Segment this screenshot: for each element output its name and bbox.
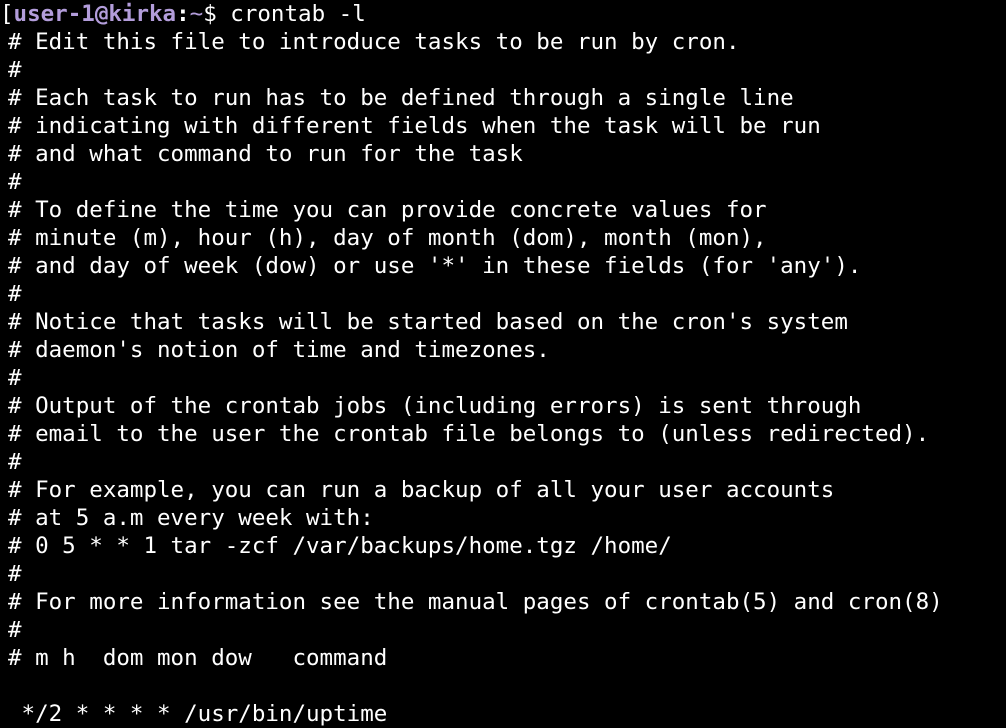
output-line: # Output of the crontab jobs (including … [8, 393, 862, 419]
output-line: # and day of week (dow) or use '*' in th… [8, 253, 862, 279]
output-line: # Notice that tasks will be started base… [8, 309, 848, 335]
output-line: # [8, 281, 22, 307]
output-line: # For more information see the manual pa… [8, 589, 943, 615]
output-line: # [8, 561, 22, 587]
output-line: # [8, 57, 22, 83]
output-line: # [8, 365, 22, 391]
output-line: # email to the user the crontab file bel… [8, 421, 930, 447]
command-text: crontab -l [230, 1, 366, 27]
output-line: # at 5 a.m every week with: [8, 505, 374, 531]
output-line: # Edit this file to introduce tasks to b… [8, 29, 740, 55]
output-line: # 0 5 * * 1 tar -zcf /var/backups/home.t… [8, 533, 672, 559]
prompt-bracket: [ [0, 1, 14, 27]
crontab-entry: */2 * * * * /usr/bin/uptime [8, 701, 388, 727]
output-line: # Each task to run has to be defined thr… [8, 85, 794, 111]
output-line: # m h dom mon dow command [8, 645, 388, 671]
prompt-path: ~ [189, 1, 204, 27]
prompt-line: [user-1@kirka:~$ crontab -l [0, 0, 1006, 28]
output-line: # and what command to run for the task [8, 141, 523, 167]
output-line: # [8, 169, 22, 195]
prompt-user-host: user-1@kirka [13, 1, 177, 27]
terminal-output: # Edit this file to introduce tasks to b… [8, 28, 1006, 728]
output-line: # To define the time you can provide con… [8, 197, 767, 223]
output-line: # daemon's notion of time and timezones. [8, 337, 550, 363]
output-line: # indicating with different fields when … [8, 113, 821, 139]
prompt-colon: : [176, 1, 190, 27]
output-line: # [8, 617, 22, 643]
terminal-window[interactable]: [user-1@kirka:~$ crontab -l # Edit this … [0, 0, 1006, 728]
prompt-dollar: $ [203, 1, 231, 27]
output-line: # [8, 449, 22, 475]
output-line: # For example, you can run a backup of a… [8, 477, 835, 503]
output-line: # minute (m), hour (h), day of month (do… [8, 225, 767, 251]
